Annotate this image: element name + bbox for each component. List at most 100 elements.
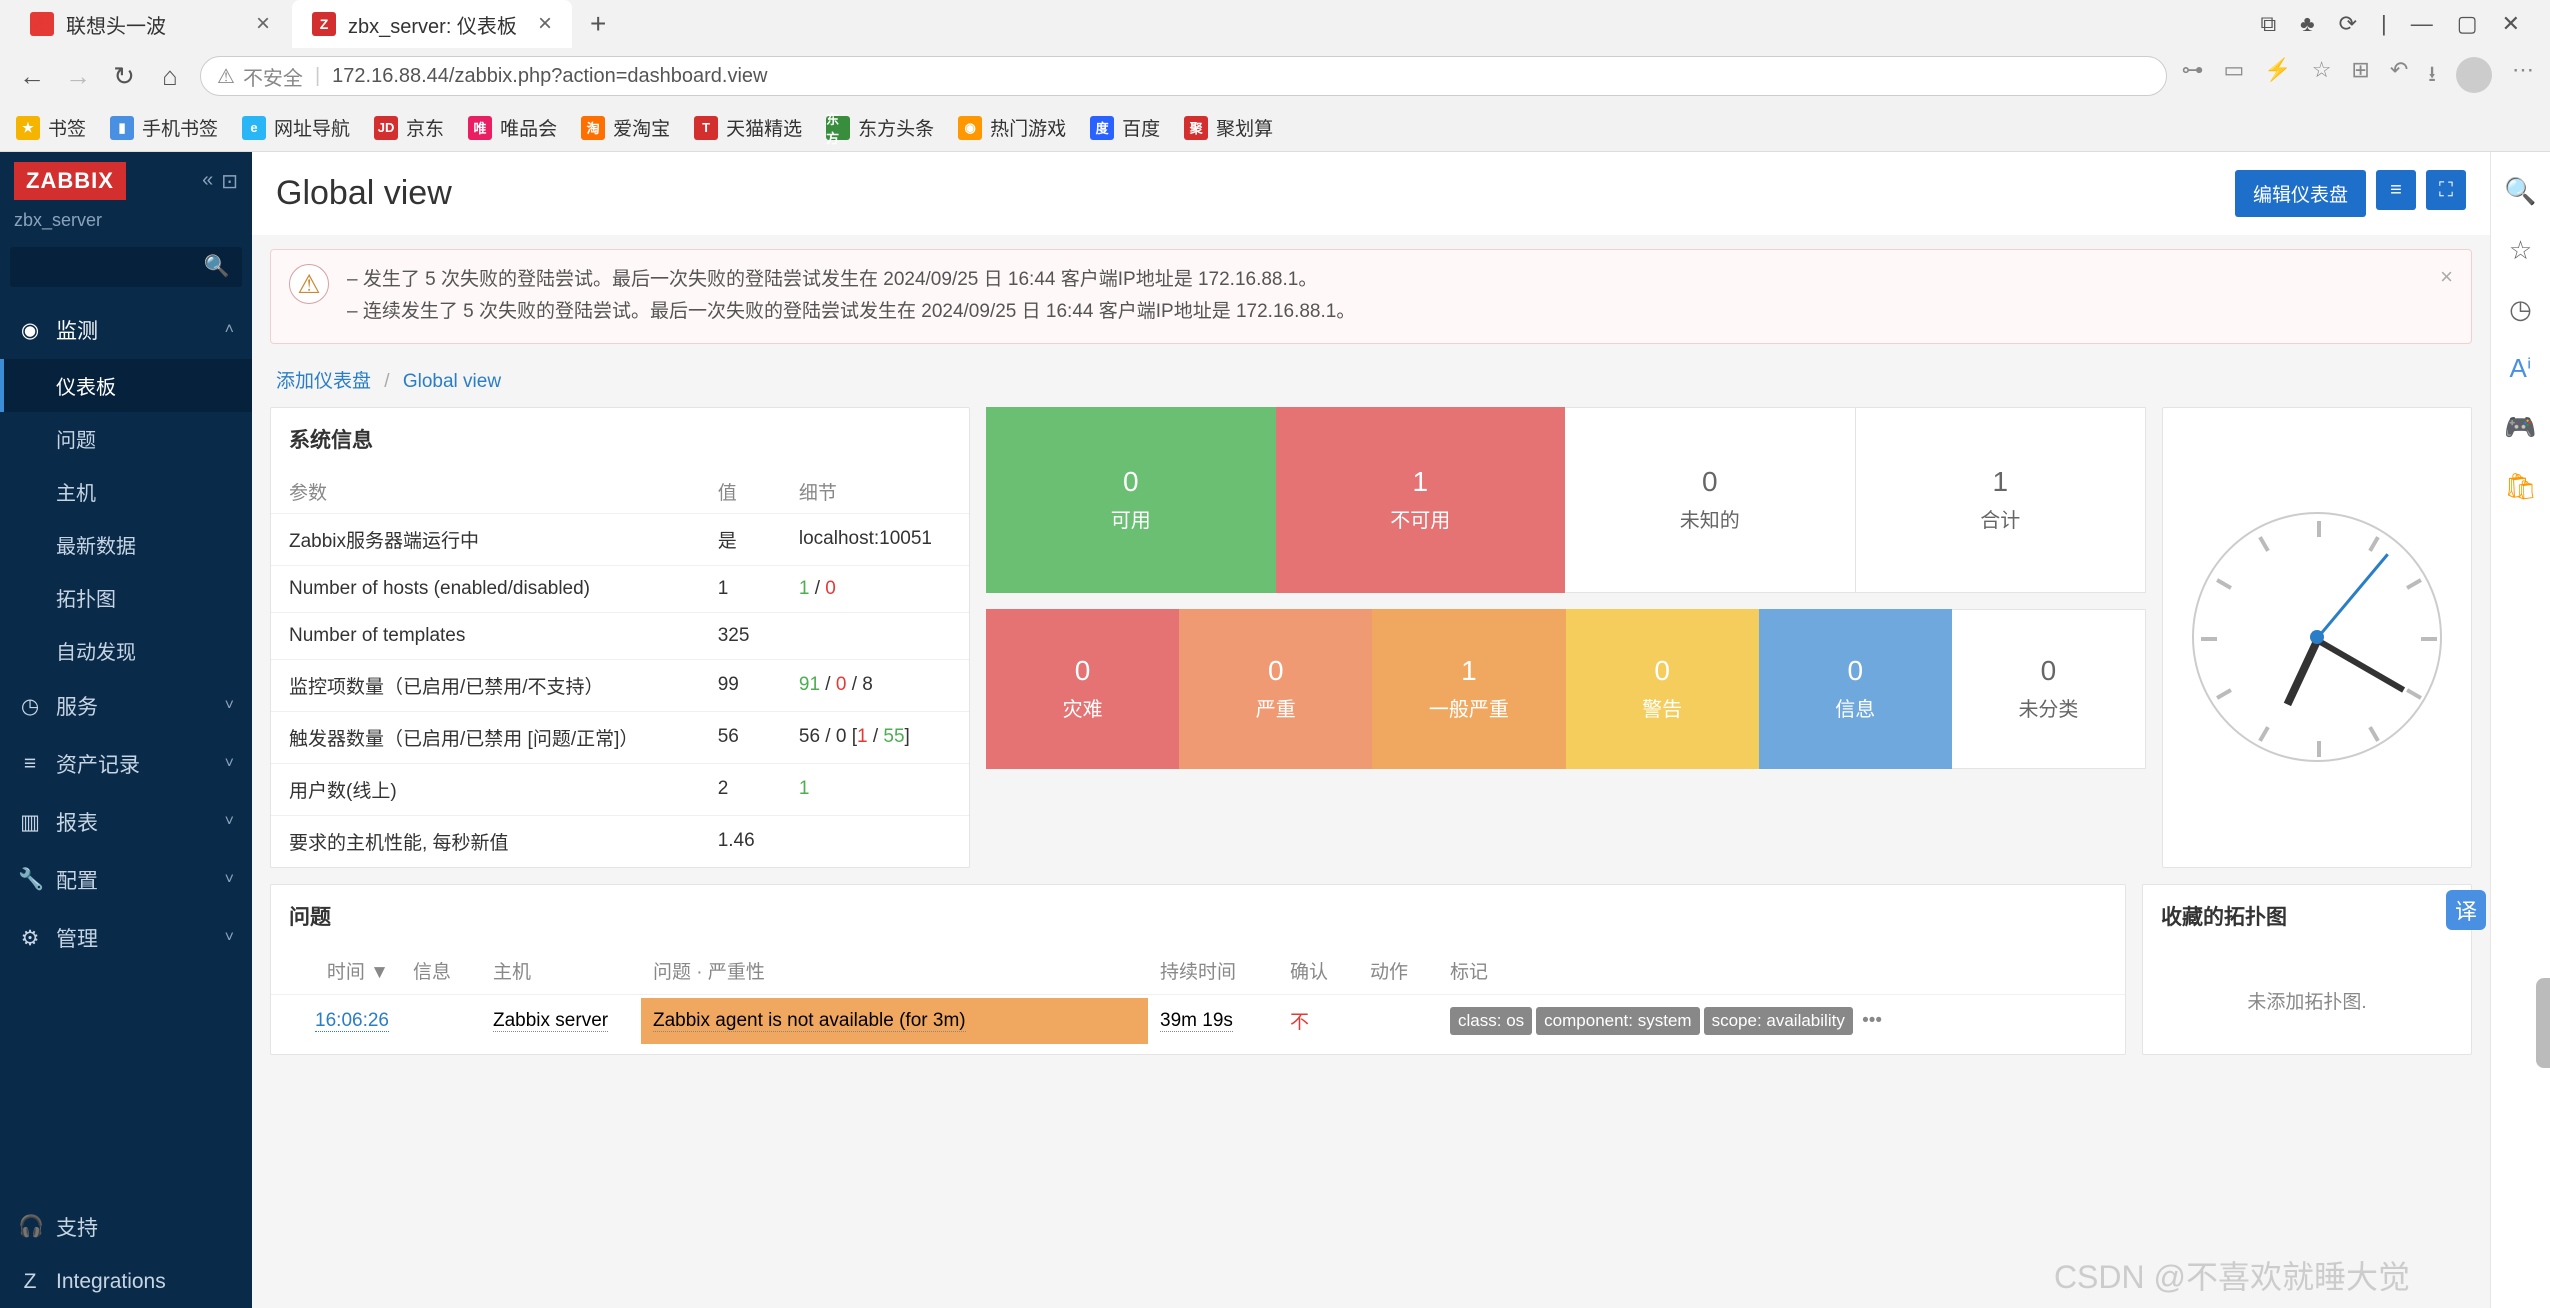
forward-button[interactable]: →: [62, 61, 94, 92]
bookmark-item[interactable]: JD京东: [374, 114, 444, 141]
search-icon[interactable]: 🔍: [2504, 176, 2536, 207]
fullscreen-button[interactable]: ⛶: [2426, 170, 2466, 210]
severity-box[interactable]: 0灾难: [986, 609, 1179, 769]
profile-icon[interactable]: [2456, 57, 2492, 93]
bookmark-item[interactable]: 唯唯品会: [468, 114, 557, 141]
maximize-icon[interactable]: ▢: [2457, 11, 2478, 37]
bookmark-item[interactable]: 东方东方头条: [826, 114, 934, 141]
problem-duration[interactable]: 39m 19s: [1160, 1010, 1233, 1032]
nav-inventory[interactable]: ≡资产记录˅: [0, 735, 252, 793]
sidebar-item[interactable]: 自动发现: [0, 624, 252, 677]
bookmark-item[interactable]: 度百度: [1090, 114, 1160, 141]
severity-box[interactable]: 1一般严重: [1372, 609, 1565, 769]
bookmark-item[interactable]: ◉热门游戏: [958, 114, 1066, 141]
severity-box[interactable]: 0警告: [1566, 609, 1759, 769]
status-box[interactable]: 1合计: [1856, 407, 2147, 593]
bookmark-label: 东方头条: [858, 114, 934, 141]
severity-box[interactable]: 0信息: [1759, 609, 1952, 769]
bookmark-item[interactable]: 聚聚划算: [1184, 114, 1273, 141]
page-title: Global view: [276, 174, 452, 213]
star-icon[interactable]: ☆: [2312, 57, 2332, 95]
tag[interactable]: scope: availability: [1704, 1007, 1853, 1035]
search-icon[interactable]: 🔍: [204, 255, 230, 279]
sidebar-item[interactable]: 拓扑图: [0, 571, 252, 624]
sidebar-item[interactable]: 仪表板: [0, 359, 252, 412]
more-icon[interactable]: •••: [1862, 1010, 1882, 1031]
problem-time[interactable]: 16:06:26: [315, 1010, 389, 1032]
back-button[interactable]: ←: [16, 61, 48, 92]
history-icon[interactable]: ◷: [2509, 294, 2532, 325]
status-num: 0: [1123, 466, 1139, 498]
game-icon[interactable]: 🎮: [2504, 412, 2536, 443]
breadcrumb-add[interactable]: 添加仪表盘: [276, 371, 371, 392]
alert-line: – 发生了 5 次失败的登陆尝试。最后一次失败的登陆尝试发生在 2024/09/…: [347, 264, 1355, 296]
sidebar-search[interactable]: 🔍: [10, 247, 242, 287]
bookmark-item[interactable]: e网址导航: [242, 114, 350, 141]
browser-tab[interactable]: 联联想头一波 ×: [10, 0, 290, 48]
nav-config[interactable]: 🔧配置˅: [0, 851, 252, 909]
cell-value: 56: [700, 711, 781, 763]
flash-icon[interactable]: ⚡: [2264, 57, 2291, 95]
close-icon[interactable]: ×: [538, 10, 552, 38]
shopping-icon[interactable]: 🛍: [2504, 471, 2537, 502]
star-icon[interactable]: ☆: [2509, 235, 2532, 266]
expand-icon[interactable]: ⊡: [221, 169, 238, 194]
collapse-icon[interactable]: «: [202, 169, 213, 194]
edit-dashboard-button[interactable]: 编辑仪表盘: [2235, 170, 2366, 217]
menu-icon[interactable]: ⋯: [2512, 57, 2534, 95]
col-actions: 动作: [1358, 947, 1438, 995]
sidebar-item[interactable]: 最新数据: [0, 518, 252, 571]
nav-services[interactable]: ◷服务˅: [0, 677, 252, 735]
reload-button[interactable]: ↻: [108, 61, 140, 92]
breadcrumb-current[interactable]: Global view: [403, 371, 501, 392]
zabbix-logo[interactable]: ZABBIX: [14, 162, 126, 200]
new-tab-button[interactable]: +: [574, 8, 622, 40]
nav-reports[interactable]: ▥报表˅: [0, 793, 252, 851]
extensions-icon[interactable]: ⊞: [2351, 57, 2369, 95]
bookmark-item[interactable]: 淘爱淘宝: [581, 114, 670, 141]
nav-support[interactable]: 🎧支持: [0, 1198, 252, 1256]
severity-box[interactable]: 0严重: [1179, 609, 1372, 769]
col-time[interactable]: 时间 ▼: [271, 947, 401, 995]
status-box[interactable]: 1不可用: [1276, 407, 1566, 593]
close-icon[interactable]: ×: [2440, 264, 2453, 329]
home-button[interactable]: ⌂: [154, 61, 186, 92]
picture-in-picture-icon[interactable]: ⧉: [2260, 11, 2276, 37]
bookmark-item[interactable]: ★书签: [16, 114, 86, 141]
problem-name[interactable]: Zabbix agent is not available (for 3m): [641, 998, 1148, 1044]
problem-host[interactable]: Zabbix server: [493, 1010, 608, 1032]
status-label: 可用: [1111, 504, 1151, 533]
chart-icon: ▥: [18, 810, 42, 835]
address-bar[interactable]: ⚠ 不安全 | 172.16.88.44/zabbix.php?action=d…: [200, 56, 2167, 96]
cell-tags: class: oscomponent: systemscope: availab…: [1438, 994, 2125, 1047]
status-box[interactable]: 0未知的: [1565, 407, 1856, 593]
status-box[interactable]: 0 可用: [986, 407, 1276, 593]
download-icon[interactable]: ⭳: [2428, 57, 2436, 95]
bookmark-item[interactable]: ▮手机书签: [110, 114, 218, 141]
sidebar-item[interactable]: 问题: [0, 412, 252, 465]
tag[interactable]: class: os: [1450, 1007, 1532, 1035]
headset-icon: 🎧: [18, 1215, 42, 1239]
bookmark-label: 京东: [406, 114, 444, 141]
restore-icon[interactable]: ⟳: [2339, 11, 2357, 37]
severity-box[interactable]: 0未分类: [1952, 609, 2146, 769]
close-icon[interactable]: ×: [256, 10, 270, 38]
tag[interactable]: component: system: [1536, 1007, 1699, 1035]
ai-icon[interactable]: Aⁱ: [2510, 353, 2532, 384]
nav-admin[interactable]: ⚙管理˅: [0, 909, 252, 967]
problem-ack[interactable]: 不: [1290, 1012, 1309, 1033]
rail-collapse[interactable]: [2536, 978, 2550, 1068]
key-icon[interactable]: ⊶: [2181, 57, 2203, 95]
browser-tab-active[interactable]: Zzbx_server: 仪表板 ×: [292, 0, 572, 48]
history-icon[interactable]: ↶: [2390, 57, 2408, 95]
sidebar-item[interactable]: 主机: [0, 465, 252, 518]
translate-badge[interactable]: 译: [2446, 890, 2486, 930]
extension-icon[interactable]: ♣: [2300, 11, 2314, 37]
nav-monitoring[interactable]: ◉ 监测 ˄: [0, 301, 252, 359]
nav-integrations[interactable]: ZIntegrations: [0, 1256, 252, 1308]
bookmark-item[interactable]: T天猫精选: [694, 114, 802, 141]
close-window-icon[interactable]: ✕: [2502, 11, 2520, 37]
list-view-button[interactable]: ≡: [2376, 170, 2416, 210]
minimize-icon[interactable]: —: [2411, 11, 2433, 37]
video-icon[interactable]: ▭: [2223, 57, 2244, 95]
